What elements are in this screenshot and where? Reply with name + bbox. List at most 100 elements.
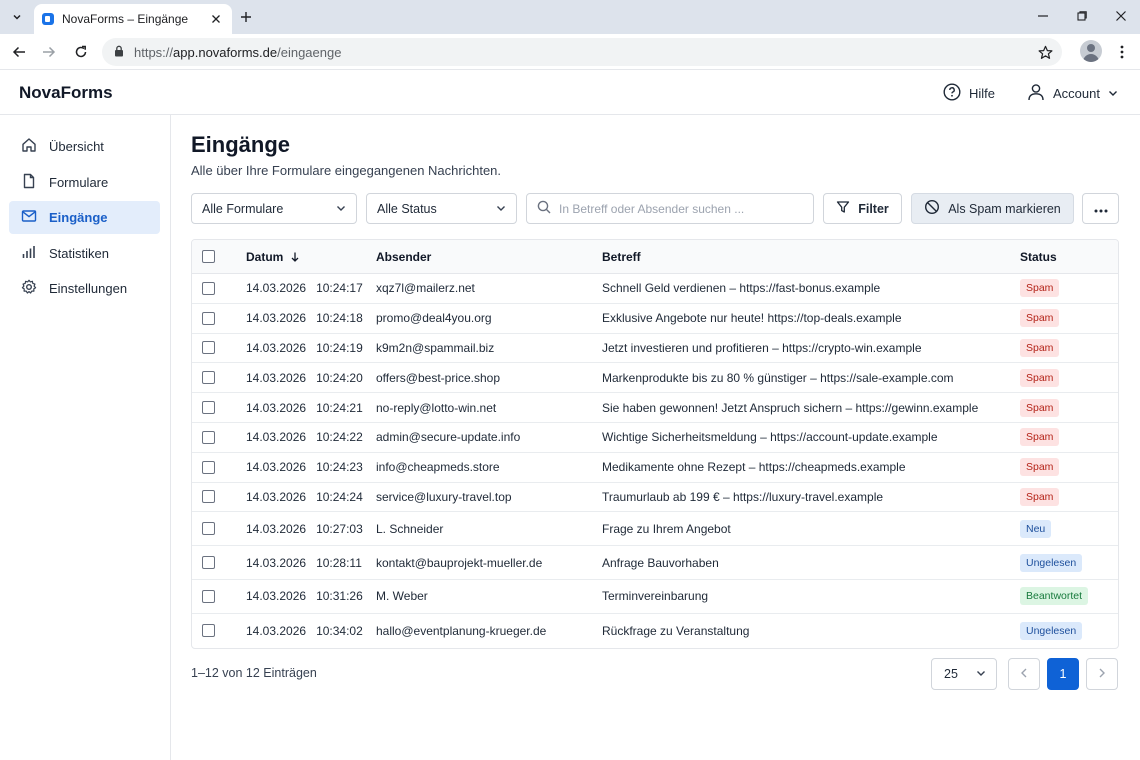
forms-filter-select[interactable]: Alle Formulare	[191, 193, 357, 224]
mark-as-spam-button[interactable]: Als Spam markieren	[911, 193, 1074, 224]
row-checkbox[interactable]	[202, 460, 215, 474]
bookmark-star-icon[interactable]	[1036, 43, 1054, 61]
table-row[interactable]: 14.03.2026 10:31:26 M. Weber Terminvereinba…	[192, 580, 1118, 614]
page-size-select[interactable]: 25	[931, 658, 997, 690]
table-row[interactable]: 14.03.2026 10:24:21 no-reply@lotto-win.net…	[192, 393, 1118, 423]
user-icon	[1027, 83, 1045, 104]
mark-as-spam-label: Als Spam markieren	[948, 201, 1061, 216]
filter-button[interactable]: Filter	[823, 193, 902, 224]
browser-tab[interactable]: NovaForms – Eingänge	[34, 4, 232, 34]
search-input[interactable]	[559, 201, 799, 216]
table-row[interactable]: 14.03.2026 10:24:20 offers@best-price.shop…	[192, 363, 1118, 394]
close-tab-icon[interactable]	[208, 11, 224, 27]
row-checkbox[interactable]	[202, 401, 215, 415]
status-badge: Ungelesen	[1020, 621, 1083, 640]
brand-logo[interactable]: NovaForms	[19, 83, 113, 103]
mail-icon	[21, 208, 37, 227]
search-field[interactable]	[526, 193, 814, 224]
profile-avatar-icon[interactable]	[1080, 40, 1102, 62]
status-badge: Ungelesen	[1020, 553, 1083, 572]
browser-menu-icon[interactable]	[1112, 41, 1132, 63]
row-date: 14.03.2026	[246, 311, 307, 326]
next-page-button[interactable]	[1086, 658, 1118, 690]
row-sender: promo@deal4you.org	[376, 311, 492, 326]
sidebar-item-statistiken[interactable]: Statistiken	[9, 237, 160, 270]
row-checkbox[interactable]	[202, 522, 215, 536]
subject-column-header[interactable]: Betreff	[602, 240, 641, 273]
date-column-header[interactable]: Datum	[246, 240, 299, 273]
row-sender: offers@best-price.shop	[376, 370, 501, 385]
reload-icon[interactable]	[70, 41, 92, 63]
sidebar-item-formulare[interactable]: Formulare	[9, 166, 160, 199]
new-tab-icon[interactable]	[236, 7, 256, 27]
account-menu-button[interactable]: Account	[1027, 83, 1118, 104]
status-filter-select[interactable]: Alle Status	[366, 193, 517, 224]
sidebar-item-einstellungen[interactable]: Einstellungen	[9, 272, 160, 305]
row-datetime: 14.03.2026 10:24:20	[246, 363, 363, 392]
row-datetime: 14.03.2026 10:24:18	[246, 304, 363, 333]
row-subject: Frage zu Ihrem Angebot	[602, 521, 731, 536]
sidebar-item-uebersicht[interactable]: Übersicht	[9, 130, 160, 163]
row-checkbox[interactable]	[202, 556, 215, 570]
row-time: 10:34:02	[316, 623, 363, 638]
page-size-value: 25	[944, 667, 958, 681]
more-actions-button[interactable]	[1082, 193, 1119, 224]
select-all-checkbox[interactable]	[202, 250, 215, 263]
row-datetime: 14.03.2026 10:24:22	[246, 423, 363, 452]
row-subject: Sie haben gewonnen! Jetzt Anspruch siche…	[602, 400, 979, 415]
row-subject: Markenprodukte bis zu 80 % günstiger – h…	[602, 370, 954, 385]
forms-filter-value: Alle Formulare	[202, 201, 284, 216]
row-sender: no-reply@lotto-win.net	[376, 400, 497, 415]
table-row[interactable]: 14.03.2026 10:27:03 L. Schneider Frage zu I…	[192, 512, 1118, 547]
app-header: NovaForms Hilfe Account	[0, 71, 1140, 115]
block-icon	[924, 199, 940, 218]
row-checkbox[interactable]	[202, 311, 215, 325]
status-column-header[interactable]: Status	[1020, 240, 1057, 273]
row-time: 10:28:11	[316, 555, 362, 570]
sender-column-header[interactable]: Absender	[376, 240, 431, 273]
status-badge: Spam	[1020, 279, 1060, 298]
row-checkbox[interactable]	[202, 430, 215, 444]
row-subject: Terminvereinbarung	[602, 589, 709, 604]
row-checkbox[interactable]	[202, 281, 215, 295]
address-bar[interactable]: https://app.novaforms.de/eingaenge	[102, 38, 1062, 66]
help-button[interactable]: Hilfe	[943, 83, 995, 104]
row-checkbox[interactable]	[202, 589, 215, 603]
forward-icon[interactable]	[38, 41, 60, 63]
close-window-icon[interactable]	[1103, 0, 1139, 32]
chevron-down-icon	[1108, 86, 1118, 101]
table-row[interactable]: 14.03.2026 10:24:24 service@luxury-travel.…	[192, 483, 1118, 513]
chevron-left-icon	[1020, 667, 1028, 681]
row-checkbox[interactable]	[202, 371, 215, 385]
tab-list-dropdown-icon[interactable]	[6, 6, 28, 28]
main-content: Eingänge Alle über Ihre Formulare eingeg…	[171, 115, 1140, 760]
table-row[interactable]: 14.03.2026 10:24:23 info@cheapmeds.store Me…	[192, 453, 1118, 483]
row-subject: Exklusive Angebote nur heute! https://to…	[602, 311, 902, 326]
status-badge: Beantwortet	[1020, 587, 1089, 606]
row-date: 14.03.2026	[246, 589, 307, 604]
row-sender: service@luxury-travel.top	[376, 489, 512, 504]
table-row[interactable]: 14.03.2026 10:28:11 kontakt@bauprojekt-mue…	[192, 546, 1118, 580]
page-title: Eingänge	[191, 132, 291, 157]
table-row[interactable]: 14.03.2026 10:34:02 hallo@eventplanung-kru…	[192, 614, 1118, 648]
table-row[interactable]: 14.03.2026 10:24:17 xqz7l@mailerz.net Schne…	[192, 274, 1118, 304]
page-button-current[interactable]: 1	[1047, 658, 1079, 690]
table-row[interactable]: 14.03.2026 10:24:19 k9m2n@spammail.biz Jetz…	[192, 334, 1118, 364]
row-checkbox[interactable]	[202, 490, 215, 504]
previous-page-button[interactable]	[1008, 658, 1040, 690]
sidebar-item-label: Einstellungen	[49, 281, 128, 296]
row-checkbox[interactable]	[202, 624, 215, 638]
maximize-icon[interactable]	[1064, 0, 1100, 32]
table-row[interactable]: 14.03.2026 10:24:18 promo@deal4you.org Exkl…	[192, 304, 1118, 334]
table-row[interactable]: 14.03.2026 10:24:22 admin@secure-update.in…	[192, 423, 1118, 453]
sidebar: Übersicht Formulare Eingänge Statistiken…	[0, 115, 171, 760]
back-icon[interactable]	[8, 41, 30, 63]
sidebar-item-eingaenge[interactable]: Eingänge	[9, 201, 160, 234]
minimize-icon[interactable]	[1025, 0, 1061, 32]
row-sender: M. Weber	[376, 589, 428, 604]
search-icon	[537, 200, 551, 217]
table-body: 14.03.2026 10:24:17 xqz7l@mailerz.net Schne…	[192, 274, 1118, 648]
sidebar-item-label: Formulare	[49, 174, 109, 190]
tab-title: NovaForms – Eingänge	[62, 12, 189, 26]
row-checkbox[interactable]	[202, 341, 215, 355]
